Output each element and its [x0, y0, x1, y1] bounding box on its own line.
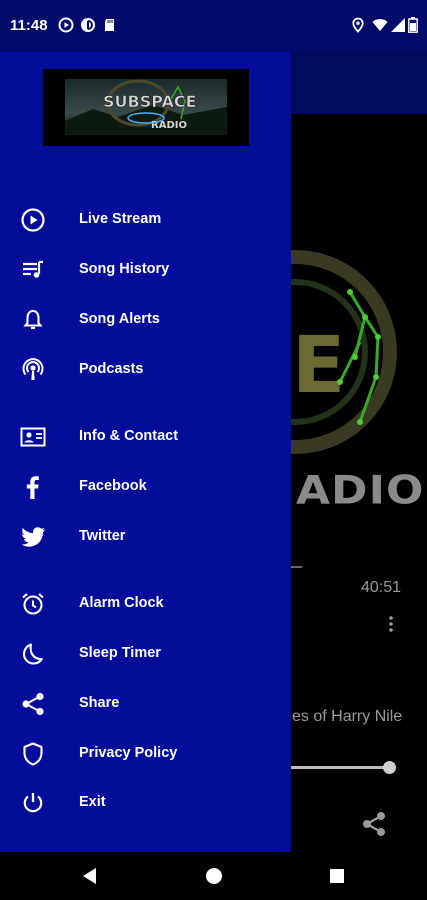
menu-label: Twitter [79, 528, 126, 544]
logo-graphic: SUBSPACE RADIO [65, 79, 227, 135]
status-time: 11:48 [10, 17, 48, 34]
menu-item-share[interactable]: Share [0, 680, 291, 728]
menu-item-sleep-timer[interactable]: Sleep Timer [0, 630, 291, 678]
seek-thumb[interactable] [383, 761, 396, 774]
share-icon [22, 692, 44, 716]
album-art-text: ADIO [296, 467, 425, 514]
episode-duration: 40:51 [360, 579, 401, 596]
podcast-icon [22, 358, 44, 380]
shield-icon [23, 742, 43, 766]
menu-item-info-contact[interactable]: Info & Contact [0, 413, 291, 461]
navigation-drawer: SUBSPACE RADIO Live Stream Song History … [0, 52, 291, 852]
media-icon [58, 17, 74, 33]
recents-button[interactable] [325, 864, 349, 888]
home-button[interactable] [202, 864, 226, 888]
sd-card-icon [105, 19, 114, 31]
playlist-icon [23, 260, 43, 278]
data-saver-icon [81, 18, 95, 32]
menu-item-podcasts[interactable]: Podcasts [0, 346, 291, 394]
more-vert-icon[interactable] [384, 614, 398, 634]
menu-label: Sleep Timer [79, 645, 161, 661]
menu-label: Song Alerts [79, 311, 160, 327]
alarm-clock-icon [22, 593, 44, 615]
menu-label: Info & Contact [79, 428, 179, 444]
episode-title: es of Harry Nile [292, 708, 403, 725]
menu-label: Song History [79, 261, 170, 277]
location-icon [352, 17, 364, 33]
menu-label: Exit [79, 794, 106, 810]
bell-icon [23, 309, 43, 330]
twitter-icon [21, 527, 45, 547]
menu-item-alarm-clock[interactable]: Alarm Clock [0, 580, 291, 628]
menu-item-live-stream[interactable]: Live Stream [0, 196, 291, 244]
moon-icon [22, 643, 43, 665]
signal-icon [391, 18, 405, 32]
menu-item-song-alerts[interactable]: Song Alerts [0, 296, 291, 344]
svg-text:SUBSPACE: SUBSPACE [103, 92, 197, 111]
svg-text:E: E [292, 321, 345, 411]
contact-card-icon [20, 427, 46, 447]
menu-label: Live Stream [79, 211, 162, 227]
menu-label: Privacy Policy [79, 745, 178, 761]
wifi-icon [372, 19, 388, 31]
menu-item-twitter[interactable]: Twitter [0, 513, 291, 561]
menu-item-facebook[interactable]: Facebook [0, 463, 291, 511]
menu-label: Share [79, 695, 120, 711]
menu-label: Alarm Clock [79, 595, 164, 611]
system-nav-bar [0, 852, 427, 900]
status-bar: 11:48 [0, 0, 427, 52]
screen: 11:48 E ADIO 40:51 es of Harry Nile SUBS… [0, 0, 427, 900]
divider [290, 566, 302, 568]
seek-bar[interactable] [290, 766, 390, 769]
menu-label: Facebook [79, 478, 147, 494]
back-button[interactable] [78, 864, 102, 888]
station-logo: SUBSPACE RADIO [43, 69, 249, 146]
menu-label: Podcasts [79, 361, 144, 377]
menu-item-privacy-policy[interactable]: Privacy Policy [0, 730, 291, 778]
menu-item-exit[interactable]: Exit [0, 779, 291, 827]
share-icon[interactable] [360, 810, 388, 838]
facebook-icon [26, 476, 39, 499]
battery-icon [408, 17, 418, 33]
play-circle-icon [21, 208, 45, 232]
menu-item-song-history[interactable]: Song History [0, 246, 291, 294]
power-icon [23, 793, 43, 813]
